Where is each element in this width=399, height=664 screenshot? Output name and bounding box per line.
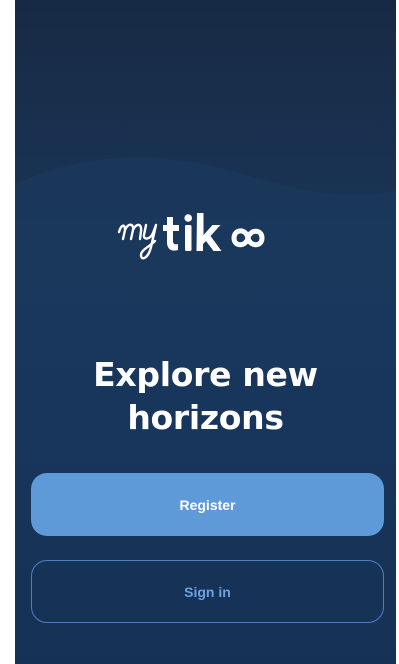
sign-in-button-label: Sign in bbox=[184, 583, 231, 600]
sign-in-button[interactable]: Sign in bbox=[31, 560, 384, 623]
mytikee-logo bbox=[117, 213, 265, 260]
welcome-screen: Explore new horizons Register Sign in bbox=[15, 0, 396, 664]
register-button[interactable]: Register bbox=[31, 473, 384, 536]
register-button-label: Register bbox=[179, 496, 236, 513]
headline: Explore new horizons bbox=[15, 353, 396, 439]
headline-line-2: horizons bbox=[127, 398, 284, 437]
headline-line-1: Explore new bbox=[93, 355, 318, 394]
